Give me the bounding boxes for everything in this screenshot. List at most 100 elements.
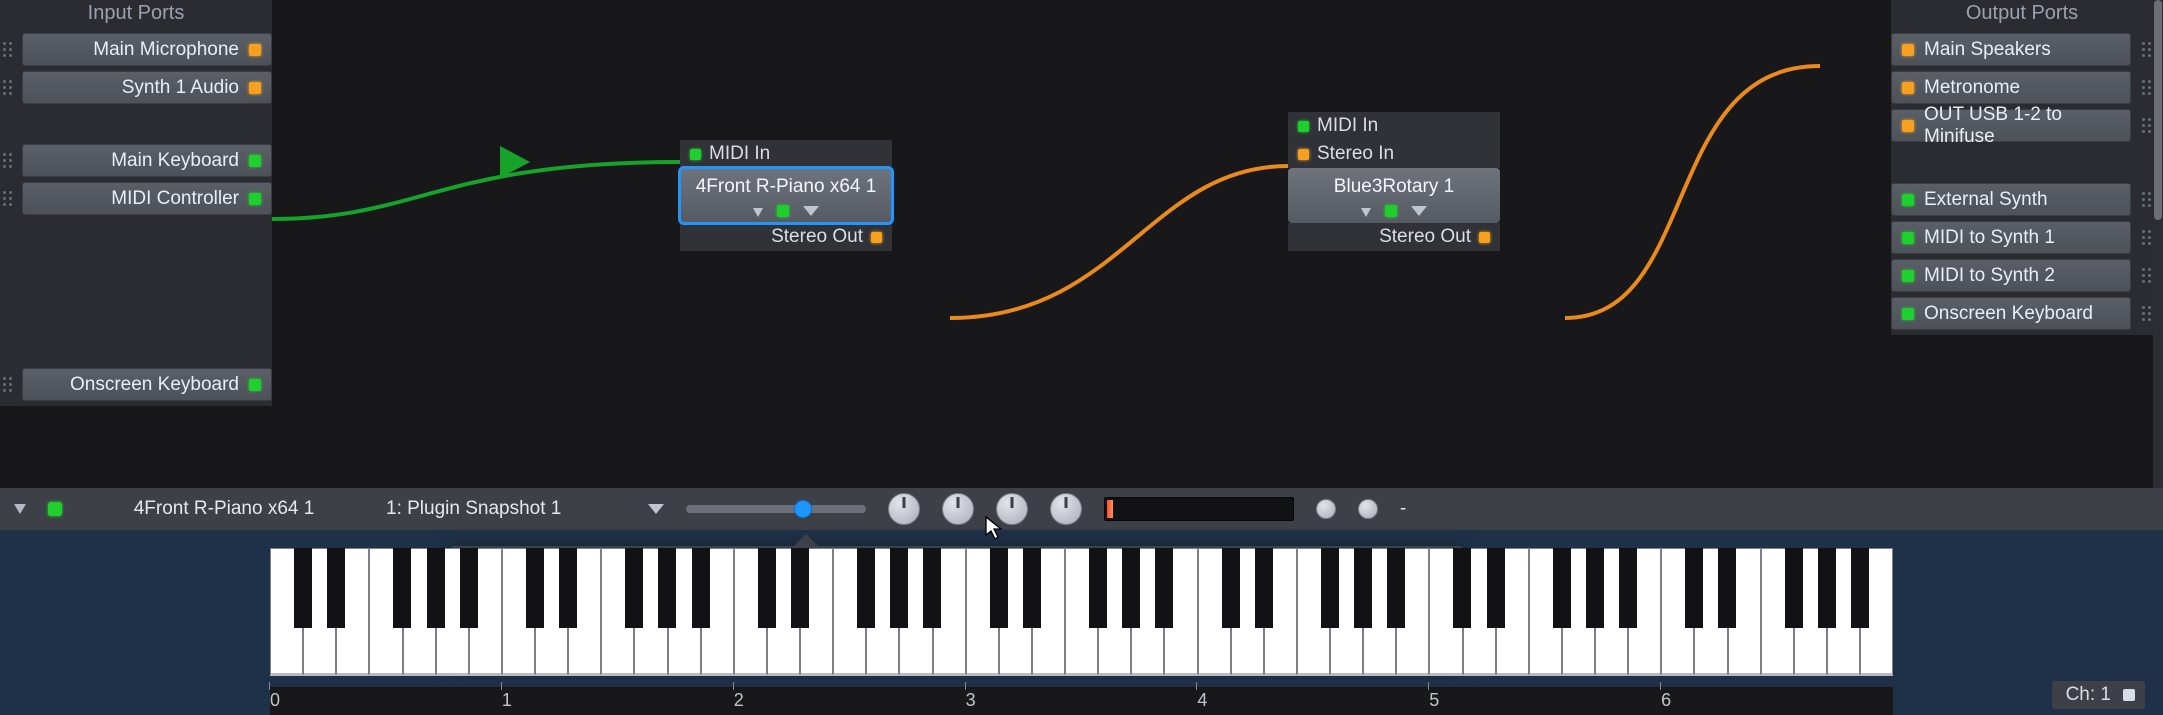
white-key[interactable] [1463,548,1496,676]
plugin-node-rotary[interactable]: MIDI In Stereo In Blue3Rotary 1 Stereo O… [1288,112,1500,251]
node-port-midi-in[interactable]: MIDI In [680,140,892,168]
snapshot-selector[interactable]: 1: Plugin Snapshot 1 [386,498,626,520]
node-port-midi-in[interactable]: MIDI In [1288,112,1500,140]
output-port-button[interactable]: Onscreen Keyboard [1891,297,2131,330]
power-led-icon[interactable] [1385,205,1397,217]
output-port-button[interactable]: MIDI to Synth 2 [1891,259,2131,292]
white-key[interactable] [1529,548,1562,676]
expand-icon[interactable] [1361,208,1371,217]
white-key[interactable] [999,548,1032,676]
white-key[interactable] [469,548,502,676]
filter-icon[interactable] [803,206,819,216]
filter-icon[interactable] [1411,206,1427,216]
expand-icon[interactable] [14,504,26,514]
output-port-button[interactable]: Main Speakers [1891,33,2131,66]
white-key[interactable] [1032,548,1065,676]
vertical-scrollbar[interactable] [2153,0,2163,490]
drag-grip-icon[interactable] [0,76,14,100]
white-key[interactable] [1429,548,1462,676]
drag-grip-icon[interactable] [2139,38,2153,62]
white-key[interactable] [1794,548,1827,676]
white-key[interactable] [568,548,601,676]
white-key[interactable] [701,548,734,676]
white-key[interactable] [1860,548,1893,676]
knob-4[interactable] [1050,493,1082,525]
node-body[interactable]: 4Front R-Piano x64 1 [680,168,892,223]
pan-knob-1[interactable] [1316,499,1336,519]
output-port-button[interactable]: MIDI to Synth 1 [1891,221,2131,254]
white-key[interactable] [634,548,667,676]
white-key[interactable] [1330,548,1363,676]
piano-keyboard[interactable] [270,548,1893,676]
white-key[interactable] [436,548,469,676]
node-port-stereo-in[interactable]: Stereo In [1288,140,1500,168]
white-key[interactable] [1231,548,1264,676]
input-port-button[interactable]: Main Microphone [22,33,272,66]
drag-grip-icon[interactable] [2139,302,2153,326]
drag-grip-icon[interactable] [0,187,14,211]
white-key[interactable] [800,548,833,676]
drag-grip-icon[interactable] [2139,264,2153,288]
white-key[interactable] [1363,548,1396,676]
white-key[interactable] [270,548,303,676]
drag-grip-icon[interactable] [2139,114,2153,138]
white-key[interactable] [1628,548,1661,676]
white-key[interactable] [1098,548,1131,676]
channel-badge[interactable]: Ch: 1 [2052,681,2145,709]
white-key[interactable] [899,548,932,676]
knob-1[interactable] [888,493,920,525]
drag-grip-icon[interactable] [2139,76,2153,100]
output-port-button[interactable]: OUT USB 1-2 to Minifuse [1891,109,2131,142]
scrollbar-thumb[interactable] [2154,0,2162,220]
drag-grip-icon[interactable] [0,38,14,62]
pan-knob-2[interactable] [1358,499,1378,519]
drag-grip-icon[interactable] [2139,226,2153,250]
white-key[interactable] [1661,548,1694,676]
white-key[interactable] [1131,548,1164,676]
node-port-stereo-out[interactable]: Stereo Out [680,223,892,251]
input-port-button[interactable]: MIDI Controller [22,182,272,215]
white-key[interactable] [1264,548,1297,676]
white-key[interactable] [1065,548,1098,676]
white-key[interactable] [1297,548,1330,676]
white-key[interactable] [966,548,999,676]
white-key[interactable] [1595,548,1628,676]
white-key[interactable] [369,548,402,676]
white-key[interactable] [1496,548,1529,676]
output-port-button[interactable]: Metronome [1891,71,2131,104]
node-body[interactable]: Blue3Rotary 1 [1288,168,1500,223]
white-key[interactable] [303,548,336,676]
white-key[interactable] [502,548,535,676]
input-port-button[interactable]: Main Keyboard [22,144,272,177]
gain-slider-thumb[interactable] [794,500,812,518]
white-key[interactable] [734,548,767,676]
expand-icon[interactable] [753,208,763,217]
white-key[interactable] [1198,548,1231,676]
white-key[interactable] [1694,548,1727,676]
input-port-button[interactable]: Onscreen Keyboard [22,368,272,401]
white-key[interactable] [1562,548,1595,676]
white-key[interactable] [833,548,866,676]
plugin-active-led[interactable] [48,502,62,516]
white-key[interactable] [866,548,899,676]
knob-3[interactable] [996,493,1028,525]
white-key[interactable] [535,548,568,676]
white-key[interactable] [767,548,800,676]
white-key[interactable] [1728,548,1761,676]
white-key[interactable] [403,548,436,676]
node-port-stereo-out[interactable]: Stereo Out [1288,223,1500,251]
white-key[interactable] [668,548,701,676]
filter-icon[interactable] [648,504,664,514]
gain-slider[interactable] [686,505,866,513]
input-port-button[interactable]: Synth 1 Audio [22,71,272,104]
white-key[interactable] [601,548,634,676]
selected-plugin-name[interactable]: 4Front R-Piano x64 1 [84,498,364,520]
power-led-icon[interactable] [777,205,789,217]
white-key[interactable] [1761,548,1794,676]
drag-grip-icon[interactable] [0,149,14,173]
drag-grip-icon[interactable] [0,373,14,397]
knob-2[interactable] [942,493,974,525]
white-key[interactable] [1396,548,1429,676]
white-key[interactable] [336,548,369,676]
plugin-node-piano[interactable]: MIDI In 4Front R-Piano x64 1 Stereo Out [680,140,892,251]
